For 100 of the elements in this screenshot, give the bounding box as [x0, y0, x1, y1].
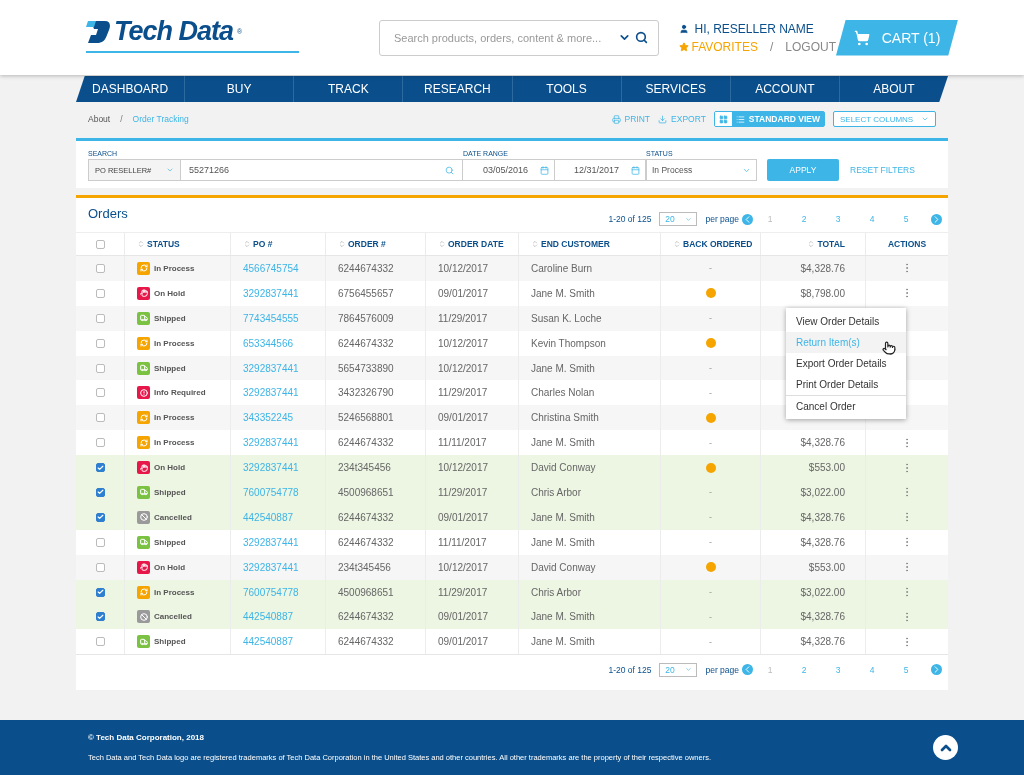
checkbox[interactable]: [95, 562, 105, 572]
column-header[interactable]: ORDER DATE: [438, 239, 504, 249]
page-link[interactable]: 1: [753, 664, 787, 675]
checkbox[interactable]: [95, 512, 105, 522]
column-header[interactable]: ORDER #: [338, 239, 386, 249]
column-header[interactable]: END CUSTOMER: [531, 239, 610, 249]
nav-tab[interactable]: SERVICES: [620, 76, 730, 102]
checkbox[interactable]: [95, 438, 105, 448]
column-header[interactable]: PO #: [243, 239, 273, 249]
per-page-select[interactable]: 20: [659, 662, 698, 677]
menu-item[interactable]: Export Order Details: [786, 353, 906, 374]
next-page-icon[interactable]: [931, 664, 942, 676]
next-page-icon[interactable]: [931, 213, 942, 225]
page-link[interactable]: 2: [787, 214, 821, 224]
checkbox[interactable]: [95, 537, 105, 547]
page-link[interactable]: 2: [787, 664, 821, 675]
table-cell: 234t345456: [338, 561, 391, 573]
checkbox[interactable]: [95, 388, 105, 398]
page-range: 1-20 of 125: [608, 214, 652, 224]
po-link[interactable]: 3292837441: [243, 437, 299, 449]
checkbox[interactable]: [95, 313, 105, 323]
page-link[interactable]: 4: [855, 214, 889, 224]
table-cell: 4500968651: [338, 486, 394, 498]
search-bar[interactable]: Search products, orders, content & more...: [378, 19, 659, 56]
status-label: On Hold: [154, 463, 186, 473]
nav-tab[interactable]: RESEARCH: [402, 76, 512, 102]
print-link[interactable]: PRINT: [611, 114, 651, 124]
nav-tab[interactable]: BUY: [184, 76, 294, 102]
grid-view-button[interactable]: [714, 112, 732, 126]
checkbox[interactable]: [95, 363, 105, 373]
checkbox[interactable]: [95, 587, 105, 597]
column-header[interactable]: TOTAL: [807, 239, 845, 249]
status-select[interactable]: In Process: [646, 159, 757, 181]
menu-item[interactable]: Print Order Details: [786, 374, 906, 395]
checkbox[interactable]: [95, 338, 105, 348]
po-link[interactable]: 442540887: [243, 611, 294, 623]
checkbox[interactable]: [95, 239, 105, 249]
po-link[interactable]: 653344566: [243, 337, 294, 349]
column-header[interactable]: BACK ORDERED: [673, 239, 753, 249]
per-page-select[interactable]: 20: [659, 212, 698, 226]
user-icon: [678, 23, 689, 34]
select-columns-dropdown[interactable]: SELECT COLUMNS: [833, 111, 936, 127]
search-icon[interactable]: [634, 31, 648, 44]
po-link[interactable]: 343352245: [243, 412, 294, 424]
po-link[interactable]: 3292837441: [243, 561, 299, 573]
po-link[interactable]: 4566745754: [243, 262, 299, 274]
po-link[interactable]: 3292837441: [243, 387, 299, 399]
nav-tab[interactable]: TRACK: [293, 76, 403, 102]
checkbox[interactable]: [95, 612, 105, 622]
per-page-label: per page: [705, 214, 739, 224]
checkbox[interactable]: [95, 263, 105, 273]
cart-icon: [853, 29, 870, 46]
nav-tab[interactable]: ABOUT: [838, 76, 948, 102]
table-cell: 11/29/2017: [438, 312, 488, 324]
menu-item[interactable]: Cancel Order: [786, 395, 906, 416]
po-link[interactable]: 7600754778: [243, 586, 299, 598]
favorites-link[interactable]: FAVORITES: [678, 39, 758, 54]
po-link[interactable]: 442540887: [243, 511, 294, 523]
search-field[interactable]: Search products, orders, content & more...: [391, 30, 614, 45]
table-cell: 09/01/2017: [438, 287, 489, 299]
nav-tab[interactable]: ACCOUNT: [729, 76, 839, 102]
checkbox[interactable]: [95, 487, 105, 497]
checkbox[interactable]: [95, 413, 105, 423]
table-cell: 11/11/2017: [438, 437, 487, 449]
page-link[interactable]: 3: [821, 214, 855, 224]
export-link[interactable]: EXPORT: [658, 114, 706, 124]
checkbox[interactable]: [95, 288, 105, 298]
nav-tab[interactable]: DASHBOARD: [76, 76, 185, 102]
menu-item[interactable]: Return Item(s): [786, 332, 906, 353]
checkbox[interactable]: [95, 637, 105, 647]
nav-tab[interactable]: TOOLS: [511, 76, 621, 102]
checkbox[interactable]: [95, 463, 105, 473]
po-link[interactable]: 442540887: [243, 636, 294, 648]
previous-page-icon[interactable]: [742, 664, 753, 676]
po-link[interactable]: 3292837441: [243, 462, 299, 474]
menu-item[interactable]: View Order Details: [786, 311, 906, 332]
pointer-icon: [882, 341, 896, 355]
page-link[interactable]: 4: [855, 664, 889, 675]
list-view-button[interactable]: STANDARD VIEW: [731, 112, 824, 126]
page-link[interactable]: 1: [753, 214, 787, 224]
po-link[interactable]: 3292837441: [243, 362, 299, 374]
po-link[interactable]: 7600754778: [243, 486, 299, 498]
column-header[interactable]: STATUS: [137, 239, 180, 249]
po-link[interactable]: 3292837441: [243, 287, 299, 299]
scroll-top-button[interactable]: [933, 735, 958, 760]
po-link[interactable]: 7743454555: [243, 312, 299, 324]
po-link[interactable]: 3292837441: [243, 536, 299, 548]
greeting: HI, RESELLER NAME: [694, 21, 814, 36]
page-link[interactable]: 5: [889, 214, 923, 224]
apply-button[interactable]: APPLY: [767, 159, 839, 181]
previous-page-icon[interactable]: [742, 213, 753, 225]
page-link[interactable]: 3: [821, 664, 855, 675]
cart-button[interactable]: CART (1): [836, 19, 958, 56]
breadcrumb-link[interactable]: About: [88, 114, 111, 124]
breadcrumb-link[interactable]: Order Tracking: [132, 114, 189, 124]
sort-icon: [243, 240, 251, 248]
table-cell: 7864576009: [338, 312, 394, 324]
page-link[interactable]: 5: [889, 664, 923, 675]
logout-link[interactable]: LOGOUT: [785, 39, 836, 54]
reset-filters-link[interactable]: RESET FILTERS: [850, 159, 915, 181]
